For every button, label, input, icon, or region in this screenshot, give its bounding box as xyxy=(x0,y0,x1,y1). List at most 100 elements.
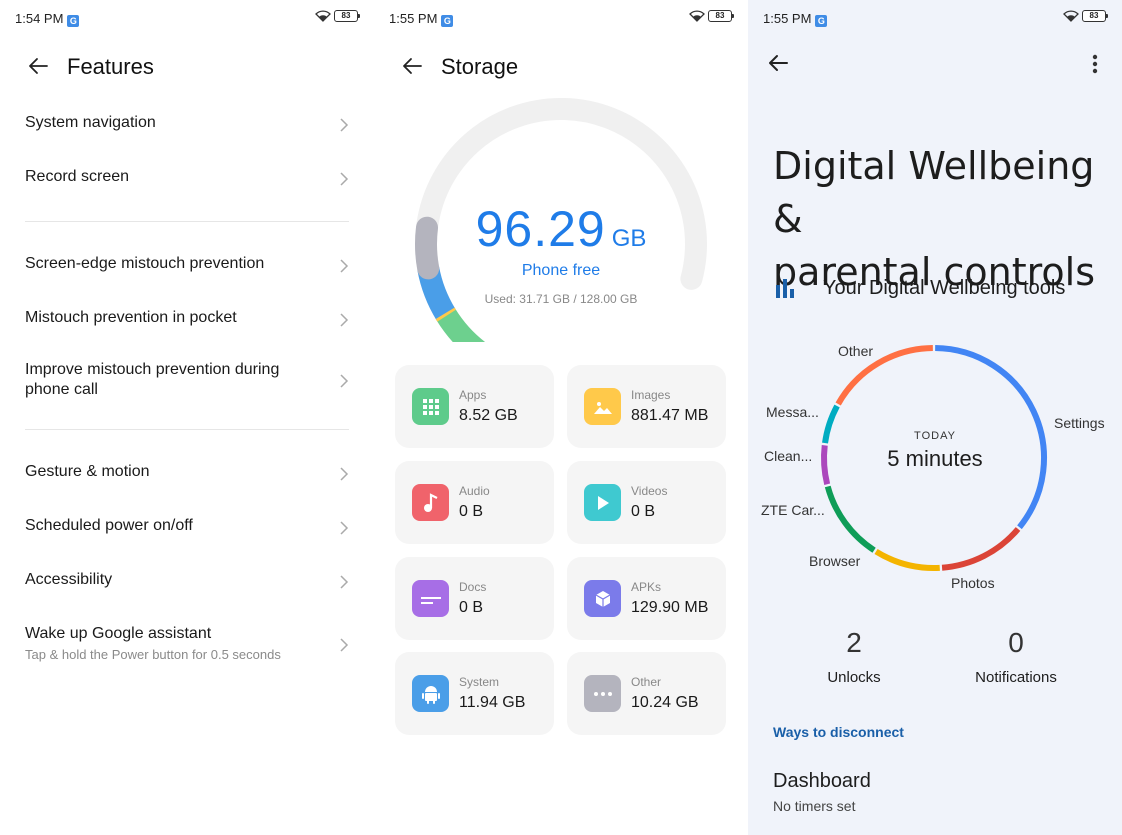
chevron-right-icon xyxy=(340,467,349,481)
chevron-right-icon xyxy=(340,575,349,589)
back-arrow-icon[interactable] xyxy=(400,54,424,78)
card-label: APKs xyxy=(631,580,662,594)
gauge-images-segment xyxy=(435,307,456,322)
storage-card-images[interactable]: Images 881.47 MB xyxy=(567,365,726,448)
battery-icon: 83 xyxy=(334,10,360,22)
page-title: Storage xyxy=(441,54,519,79)
free-space-unit: GB xyxy=(611,225,647,252)
today-label: TODAY xyxy=(914,430,956,442)
storage-card-apks[interactable]: APKs 129.90 MB xyxy=(567,557,726,640)
notifications-label: Notifications xyxy=(975,669,1057,686)
unlocks-count: 2 xyxy=(846,627,862,658)
status-time: 1:54 PM G xyxy=(15,11,80,27)
music-note-icon xyxy=(412,484,449,521)
google-notification-icon: G xyxy=(815,15,828,27)
image-icon xyxy=(584,388,621,425)
more-options-icon[interactable] xyxy=(1086,52,1104,76)
menu-item-system-navigation[interactable]: System navigation xyxy=(25,114,349,136)
status-icons: 83 xyxy=(689,10,734,22)
chevron-right-icon xyxy=(340,521,349,535)
storage-card-apps[interactable]: Apps 8.52 GB xyxy=(395,365,554,448)
card-label: Videos xyxy=(631,484,668,498)
status-time: 1:55 PM G xyxy=(763,11,828,27)
donut-segment xyxy=(874,548,940,571)
more-dots-icon xyxy=(584,675,621,712)
card-value: 10.24 GB xyxy=(631,694,699,711)
chevron-right-icon xyxy=(340,313,349,327)
chevron-right-icon xyxy=(340,118,349,132)
menu-item-label: Record screen xyxy=(25,168,130,185)
back-arrow-icon[interactable] xyxy=(766,51,790,75)
menu-item-label: Accessibility xyxy=(25,571,113,588)
menu-item-label: Wake up Google assistant xyxy=(25,625,212,642)
document-icon xyxy=(412,580,449,617)
free-space-value: 96.29 GB xyxy=(374,200,748,258)
menu-item-sublabel: Tap & hold the Power button for 0.5 seco… xyxy=(25,647,281,662)
menu-item-label: Mistouch prevention in pocket xyxy=(25,309,237,326)
play-icon xyxy=(584,484,621,521)
wellbeing-tools-header: Your Digital Wellbeing tools xyxy=(773,276,1065,300)
google-notification-icon: G xyxy=(67,15,80,27)
dashboard-title[interactable]: Dashboard xyxy=(773,770,871,793)
donut-segment-label: Messa... xyxy=(766,404,819,420)
section-divider xyxy=(25,429,349,430)
card-value: 11.94 GB xyxy=(459,694,526,711)
card-label: Apps xyxy=(459,388,487,402)
status-time: 1:55 PM G xyxy=(389,11,454,27)
menu-item-mistouch-phone-call[interactable]: Improve mistouch prevention during phone… xyxy=(25,360,349,402)
digital-wellbeing-screen: 1:55 PM G 83 Digital Wellbeing & parental … xyxy=(748,0,1122,835)
card-value: 0 B xyxy=(459,599,484,616)
menu-item-accessibility[interactable]: Accessibility xyxy=(25,571,349,593)
battery-icon: 83 xyxy=(708,10,734,22)
card-label: Images xyxy=(631,388,671,402)
battery-icon: 83 xyxy=(1082,10,1108,22)
card-value: 0 B xyxy=(631,503,656,520)
status-icons: 83 xyxy=(315,10,360,22)
storage-card-audio[interactable]: Audio 0 B xyxy=(395,461,554,544)
menu-item-scheduled-power[interactable]: Scheduled power on/off xyxy=(25,517,349,539)
ways-to-disconnect-link[interactable]: Ways to disconnect xyxy=(773,724,904,740)
menu-item-screen-edge-mistouch[interactable]: Screen-edge mistouch prevention xyxy=(25,255,349,277)
card-label: Other xyxy=(631,675,662,689)
menu-item-record-screen[interactable]: Record screen xyxy=(25,168,349,190)
menu-item-mistouch-pocket[interactable]: Mistouch prevention in pocket xyxy=(25,309,349,331)
menu-item-google-assistant[interactable]: Wake up Google assistant Tap & hold the P… xyxy=(25,625,349,665)
bar-chart-icon xyxy=(776,279,794,298)
storage-card-other[interactable]: Other 10.24 GB xyxy=(567,652,726,735)
menu-item-label: System navigation xyxy=(25,114,156,131)
card-label: System xyxy=(459,675,500,689)
donut-segment-label: Photos xyxy=(951,575,995,591)
free-space-number: 96.29 xyxy=(475,201,606,257)
dashboard-subtitle: No timers set xyxy=(773,798,856,814)
chevron-right-icon xyxy=(340,259,349,273)
card-value: 881.47 MB xyxy=(631,407,709,424)
storage-card-system[interactable]: System 11.94 GB xyxy=(395,652,554,735)
card-value: 129.90 MB xyxy=(631,599,709,616)
storage-card-videos[interactable]: Videos 0 B xyxy=(567,461,726,544)
donut-segment xyxy=(941,527,1021,571)
donut-segment-label: Settings xyxy=(1054,415,1105,431)
chevron-right-icon xyxy=(340,374,349,388)
storage-card-docs[interactable]: Docs 0 B xyxy=(395,557,554,640)
section-divider xyxy=(25,221,349,222)
status-icons: 83 xyxy=(1063,10,1108,22)
notifications-stat[interactable]: 0 Notifications xyxy=(936,627,1096,686)
status-bar: 1:54 PM G 83 xyxy=(0,0,374,36)
menu-item-label: Screen-edge mistouch prevention xyxy=(25,255,265,272)
wifi-icon xyxy=(315,10,331,22)
menu-item-gesture-motion[interactable]: Gesture & motion xyxy=(25,463,349,485)
donut-segment xyxy=(824,485,876,553)
features-screen: 1:54 PM G 83 Features System navigation R… xyxy=(0,0,374,835)
wifi-icon xyxy=(689,10,705,22)
page-title: Features xyxy=(67,54,154,79)
gauge-apps-segment xyxy=(434,303,486,342)
wifi-icon xyxy=(1063,10,1079,22)
donut-segment-label: Browser xyxy=(809,553,861,569)
page-title-line-1: Digital Wellbeing & xyxy=(773,144,1095,241)
status-time-text: 1:55 PM xyxy=(389,11,438,26)
status-bar: 1:55 PM G 83 xyxy=(374,0,748,36)
back-arrow-icon[interactable] xyxy=(26,54,50,78)
chevron-right-icon xyxy=(340,638,349,652)
unlocks-stat[interactable]: 2 Unlocks xyxy=(774,627,934,686)
total-screen-time: 5 minutes xyxy=(887,446,983,471)
